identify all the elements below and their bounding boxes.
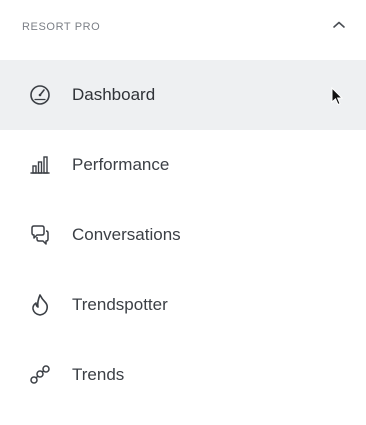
trend-link-icon [28,363,52,387]
nav-item-label: Conversations [72,225,181,244]
nav-item-trends[interactable]: Trends [0,340,366,410]
chevron-up-icon [333,21,345,28]
section-title: RESORT PRO [22,21,101,33]
nav-list: Dashboard Performance Conversations Tren… [0,60,366,410]
flame-icon [28,293,52,317]
collapse-toggle-button[interactable] [326,14,352,36]
section-header: RESORT PRO [0,0,366,52]
nav-item-dashboard[interactable]: Dashboard [0,60,366,130]
nav-item-label: Performance [72,155,170,174]
mouse-cursor-icon [330,86,344,107]
chat-bubbles-icon [28,223,52,247]
nav-item-trendspotter[interactable]: Trendspotter [0,270,366,340]
nav-item-performance[interactable]: Performance [0,130,366,200]
speedometer-icon [28,83,52,107]
resort-pro-nav-panel: RESORT PRO Dashboard Performance Convers… [0,0,366,425]
bar-chart-icon [28,153,52,177]
nav-item-label: Dashboard [72,85,156,104]
nav-item-label: Trendspotter [72,295,168,314]
nav-item-label: Trends [72,365,125,384]
nav-item-conversations[interactable]: Conversations [0,200,366,270]
